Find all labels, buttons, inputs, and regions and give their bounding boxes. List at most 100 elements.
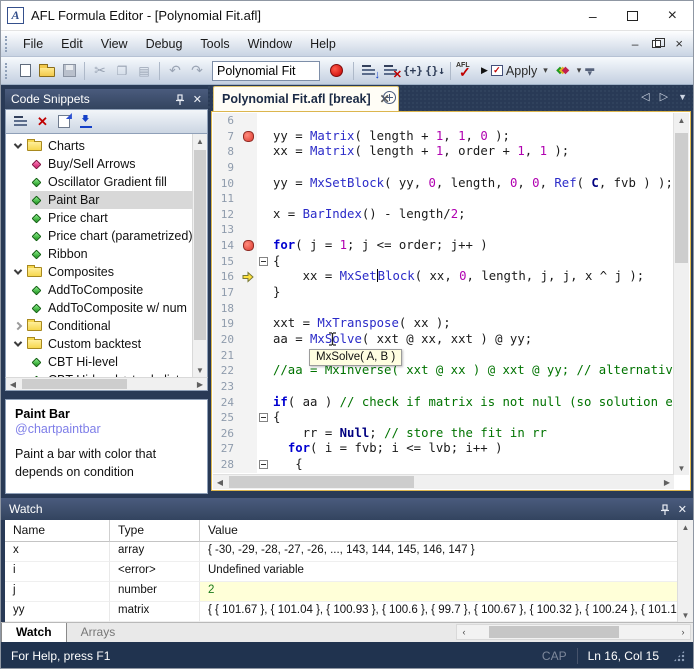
tree-item-addtocomposite[interactable]: AddToComposite (6, 281, 192, 299)
watch-close-icon[interactable]: ✕ (678, 503, 687, 516)
editor-vertical-scrollbar[interactable]: ▲ ▼ (673, 113, 689, 475)
code-text[interactable] (269, 160, 674, 176)
watch-hscroll-thumb[interactable] (489, 626, 619, 638)
tree-item-addtocomposite-w-num[interactable]: AddToComposite w/ num (6, 299, 192, 317)
save-button[interactable] (58, 60, 80, 82)
breakpoint-margin[interactable] (239, 160, 257, 176)
code-text[interactable]: xxt = MxTranspose( xx ); (269, 316, 674, 332)
menu-item-view[interactable]: View (92, 33, 137, 55)
undo-button[interactable]: ↶ (164, 60, 186, 82)
code-text[interactable] (269, 191, 674, 207)
toolbar-overflow-icon[interactable]: ▬▾ (585, 66, 594, 76)
watch-col-name[interactable]: Name (5, 520, 110, 542)
copy-button[interactable]: ❐ (111, 60, 133, 82)
menu-item-help[interactable]: Help (301, 33, 345, 55)
code-text[interactable] (269, 379, 674, 395)
watch-row[interactable]: i<error>Undefined variable (5, 562, 691, 582)
breakpoint-margin[interactable] (239, 363, 257, 379)
minimize-icon[interactable]: – (589, 9, 597, 23)
toolbar-grip2[interactable] (5, 63, 8, 79)
breakpoint-margin[interactable] (239, 457, 257, 473)
watch-cell-name[interactable]: j (5, 582, 110, 602)
insert-chart-button[interactable]: ◆◆◆ (552, 60, 574, 82)
watch-pin-icon[interactable] (660, 504, 670, 515)
watch-row[interactable]: yymatrix{ { 101.67 }, { 101.04 }, { 100.… (5, 602, 691, 622)
chevron-down-icon[interactable] (11, 143, 25, 149)
chart-dropdown-icon[interactable]: ▾ (577, 65, 582, 76)
toolbar-grip[interactable] (5, 36, 8, 52)
formula-name-input[interactable] (212, 61, 320, 81)
tab-scroll-left-icon[interactable]: ◁ (641, 90, 649, 103)
tree-item-oscillator-gradient-fill[interactable]: Oscillator Gradient fill (6, 173, 192, 191)
snippets-close-icon[interactable]: ✕ (193, 93, 202, 106)
code-text[interactable]: for( j = 1; j <= order; j++ ) (269, 238, 674, 254)
watch-vertical-scrollbar[interactable]: ▲ ▼ (677, 520, 693, 622)
breakpoint-margin[interactable] (239, 410, 257, 426)
menu-item-debug[interactable]: Debug (137, 33, 192, 55)
code-text[interactable]: { (269, 410, 674, 426)
apply-button[interactable]: ▶ ✓ Apply ▾ (477, 62, 552, 80)
cut-button[interactable]: ✂ (89, 60, 111, 82)
watch-row[interactable]: xarray{ -30, -29, -28, -27, -26, ..., 14… (5, 542, 691, 562)
menu-item-edit[interactable]: Edit (52, 33, 92, 55)
insert-snippet-icon[interactable] (14, 116, 27, 128)
code-text[interactable]: if( aa ) // check if matrix is not null … (269, 395, 674, 411)
apply-dropdown-icon[interactable]: ▾ (543, 65, 548, 76)
code-text[interactable]: } (269, 285, 674, 301)
watch-col-value[interactable]: Value (200, 520, 691, 542)
menu-item-file[interactable]: File (14, 33, 52, 55)
tree-vscroll-thumb[interactable] (194, 150, 206, 340)
chevron-right-icon[interactable] (11, 323, 25, 329)
document-tab[interactable]: Polynomial Fit.afl [break] ✕ (213, 86, 399, 111)
editor-horizontal-scrollbar[interactable]: ◀ ▶ (213, 474, 674, 489)
mdi-restore-icon[interactable] (652, 40, 661, 48)
tab-arrays[interactable]: Arrays (67, 623, 130, 642)
import-snippet-icon[interactable] (80, 115, 92, 128)
watch-cell-value[interactable]: Undefined variable (200, 562, 691, 582)
watch-cell-name[interactable]: x (5, 542, 110, 562)
watch-cell-name[interactable]: yy (5, 602, 110, 622)
fold-marker-icon[interactable] (257, 457, 269, 473)
code-editor[interactable]: 67yy = Matrix( length + 1, 1, 0 );8xx = … (211, 111, 691, 491)
tree-item-paint-bar[interactable]: Paint Bar (6, 191, 192, 209)
tree-horizontal-scrollbar[interactable]: ◀ ▶ (5, 377, 208, 391)
breakpoint-margin[interactable] (239, 207, 257, 223)
delete-snippet-icon[interactable]: ✕ (37, 114, 48, 130)
code-text[interactable]: yy = Matrix( length + 1, 1, 0 ); (269, 129, 674, 145)
new-tab-icon[interactable] (383, 91, 396, 104)
watch-horizontal-scrollbar[interactable]: ‹ › (456, 624, 691, 640)
breakpoint-margin[interactable] (239, 254, 257, 270)
code-text[interactable]: x = BarIndex() - length/2; (269, 207, 674, 223)
watch-cell-name[interactable]: i (5, 562, 110, 582)
code-text[interactable] (269, 222, 674, 238)
breakpoint-margin[interactable] (239, 144, 257, 160)
chevron-down-icon[interactable] (11, 269, 25, 275)
editor-hscroll-thumb[interactable] (229, 476, 414, 488)
watch-col-type[interactable]: Type (110, 520, 200, 542)
paste-button[interactable]: ▤ (133, 60, 155, 82)
breakpoint-margin[interactable] (239, 316, 257, 332)
tree-item-price-chart-parametrized[interactable]: Price chart (parametrized) (6, 227, 192, 245)
breakpoint-margin[interactable] (239, 426, 257, 442)
snippet-properties-icon[interactable] (58, 115, 70, 128)
breakpoint-margin[interactable] (239, 222, 257, 238)
watch-cell-value[interactable]: { -30, -29, -28, -27, -26, ..., 143, 144… (200, 542, 691, 562)
breakpoint-margin[interactable] (239, 191, 257, 207)
verify-syntax-button[interactable]: AFL✓ (455, 60, 477, 82)
current-line-arrow-icon[interactable] (239, 269, 257, 285)
mdi-minimize-icon[interactable]: – (632, 39, 639, 49)
code-text[interactable]: for( i = fvb; i <= lvb; i++ ) (269, 441, 674, 457)
fold-marker-icon[interactable] (257, 410, 269, 426)
code-text[interactable]: { (269, 254, 674, 270)
tree-item-buy-sell-arrows[interactable]: Buy/Sell Arrows (6, 155, 192, 173)
code-text[interactable]: rr = Null; // store the fit in rr (269, 426, 674, 442)
tree-folder-custom-backtest[interactable]: Custom backtest (6, 335, 192, 353)
code-text[interactable]: yy = MxSetBlock( yy, 0, length, 0, 0, Re… (269, 176, 674, 192)
maximize-icon[interactable] (627, 11, 638, 21)
watch-cell-value[interactable]: 2 (200, 582, 691, 602)
tree-folder-conditional[interactable]: Conditional (6, 317, 192, 335)
snippet-description-tag[interactable]: @chartpaintbar (15, 422, 198, 436)
menu-item-tools[interactable]: Tools (191, 33, 238, 55)
breakpoint-toggle-icon[interactable] (330, 64, 343, 77)
breakpoint-margin[interactable] (239, 113, 257, 129)
